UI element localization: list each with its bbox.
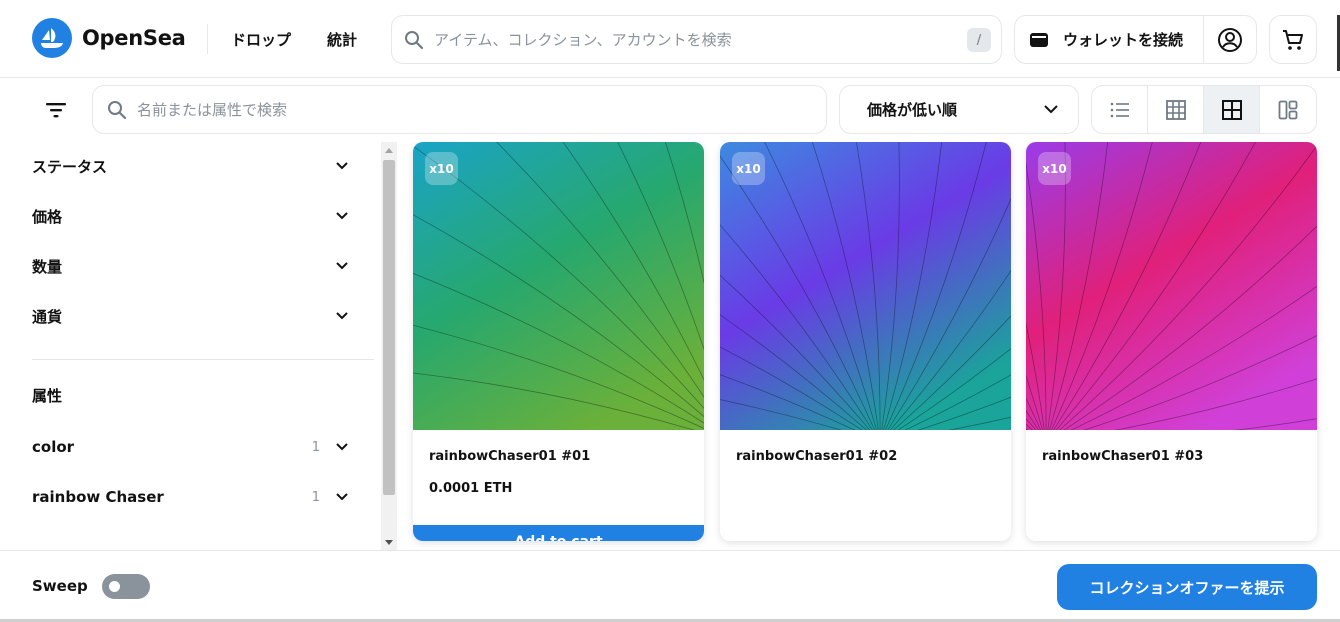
filter-price[interactable]: 価格 (32, 201, 352, 231)
sidebar-divider (32, 359, 374, 360)
cart-icon (1281, 28, 1305, 52)
item-image (1026, 142, 1317, 430)
global-search-input[interactable] (434, 30, 1001, 49)
collection-toolbar: 価格が低い順 (0, 78, 1340, 142)
collection-search-input[interactable] (137, 100, 826, 119)
global-search-box[interactable]: / (391, 15, 1002, 64)
scroll-up-arrow-icon[interactable] (385, 148, 393, 153)
brand-logo[interactable]: OpenSea (32, 18, 186, 58)
toggle-knob (109, 581, 120, 592)
connect-wallet-button[interactable]: ウォレットを接続 (1015, 16, 1204, 63)
item-name: rainbowChaser01 #01 (429, 449, 591, 464)
trait-rainbow-chaser[interactable]: rainbow Chaser 1 (32, 482, 352, 512)
filter-status[interactable]: ステータス (32, 151, 352, 181)
sort-dropdown[interactable]: 価格が低い順 (839, 85, 1079, 134)
view-mode-switcher (1091, 85, 1317, 134)
nav-link-drops[interactable]: ドロップ (231, 29, 291, 50)
grid-view-icon (1221, 99, 1242, 120)
brand-name: OpenSea (82, 26, 186, 50)
large-grid-icon (1165, 99, 1186, 120)
search-icon (404, 30, 424, 50)
search-icon (107, 100, 127, 120)
filter-quantity-label: 数量 (32, 257, 63, 276)
item-image (720, 142, 1011, 430)
grid-view-button[interactable] (1204, 86, 1260, 133)
item-name: rainbowChaser01 #03 (1042, 449, 1204, 464)
sweep-toggle[interactable] (102, 574, 150, 599)
scrollbar-thumb[interactable] (383, 160, 395, 495)
chevron-down-icon (332, 156, 352, 176)
opensea-logo-icon (32, 18, 72, 58)
chevron-down-icon (332, 437, 352, 457)
wallet-icon (1029, 31, 1049, 49)
chevron-down-icon (1044, 105, 1058, 114)
sort-label: 価格が低い順 (867, 101, 958, 119)
filter-currency[interactable]: 通貨 (32, 301, 352, 331)
filter-sidebar: ステータス 価格 数量 通貨 属性 color 1 rainbow Chaser… (0, 142, 381, 550)
nav-link-stats[interactable]: 統計 (327, 29, 357, 50)
chevron-down-icon (332, 206, 352, 226)
scroll-down-arrow-icon[interactable] (385, 540, 393, 545)
account-button[interactable] (1204, 16, 1256, 63)
large-grid-button[interactable] (1148, 86, 1204, 133)
bottom-action-bar: Sweep コレクションオファーを提示 (0, 550, 1340, 622)
list-view-icon (1110, 102, 1130, 118)
filter-icon (45, 102, 67, 118)
quantity-badge: x10 (1038, 152, 1071, 185)
nav-divider (207, 24, 208, 54)
trait-rainbow-chaser-count: 1 (311, 489, 320, 505)
item-grid: x10 rainbowChaser01 #01 0.0001 ETH Add t… (397, 142, 1340, 550)
filter-currency-label: 通貨 (32, 307, 63, 326)
collection-offer-button[interactable]: コレクションオファーを提示 (1057, 564, 1317, 610)
quantity-badge: x10 (425, 152, 458, 185)
item-card[interactable]: x10 rainbowChaser01 #01 0.0001 ETH Add t… (413, 142, 704, 541)
item-price: 0.0001 ETH (429, 481, 513, 496)
item-card[interactable]: x10 rainbowChaser01 #02 (720, 142, 1011, 541)
quantity-badge: x10 (732, 152, 765, 185)
add-to-cart-button[interactable]: Add to cart (413, 525, 704, 541)
traits-heading: 属性 (32, 380, 352, 410)
item-name: rainbowChaser01 #02 (736, 449, 898, 464)
chevron-down-icon (332, 256, 352, 276)
item-image (413, 142, 704, 430)
gallery-view-icon (1278, 100, 1298, 120)
trait-rainbow-chaser-label: rainbow Chaser (32, 488, 164, 506)
trait-color-label: color (32, 438, 75, 456)
filter-quantity[interactable]: 数量 (32, 251, 352, 281)
search-shortcut-key: / (967, 28, 991, 52)
list-view-button[interactable] (1092, 86, 1148, 133)
top-navigation-bar: OpenSea ドロップ 統計 / ウォレットを接続 (0, 0, 1340, 78)
collection-search-box[interactable] (92, 85, 827, 134)
cart-button[interactable] (1269, 15, 1317, 64)
account-icon (1217, 27, 1243, 53)
trait-color-count: 1 (311, 439, 320, 455)
item-card[interactable]: x10 rainbowChaser01 #03 (1026, 142, 1317, 541)
sidebar-scrollbar[interactable] (381, 142, 397, 550)
wallet-group: ウォレットを接続 (1014, 15, 1257, 64)
sweep-label: Sweep (32, 577, 88, 595)
chevron-down-icon (332, 306, 352, 326)
gallery-view-button[interactable] (1260, 86, 1316, 133)
filter-toggle-button[interactable] (32, 86, 80, 134)
trait-color[interactable]: color 1 (32, 432, 352, 462)
filter-status-label: ステータス (32, 157, 108, 176)
filter-price-label: 価格 (32, 207, 63, 226)
traits-heading-label: 属性 (32, 386, 63, 405)
connect-wallet-label: ウォレットを接続 (1063, 31, 1184, 49)
chevron-down-icon (332, 487, 352, 507)
